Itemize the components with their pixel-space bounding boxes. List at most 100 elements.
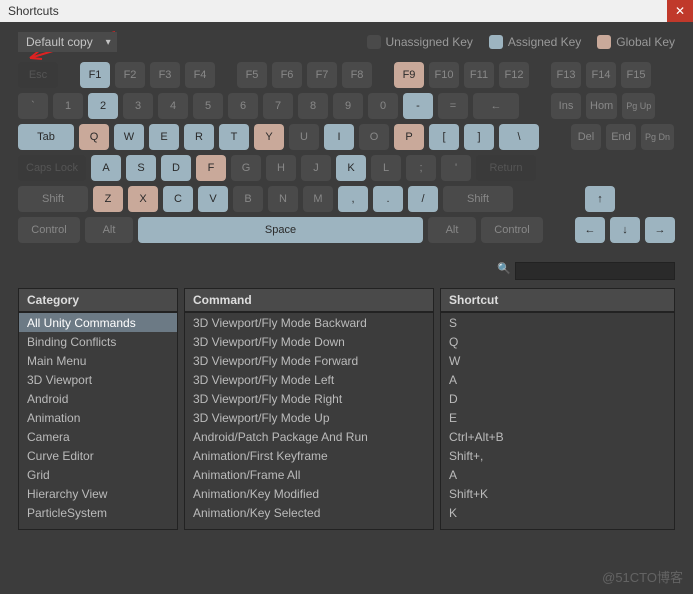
category-item[interactable]: 3D Viewport bbox=[19, 370, 177, 389]
key-b[interactable]: B bbox=[233, 186, 263, 212]
key-f10[interactable]: F10 bbox=[429, 62, 459, 88]
key-backslash[interactable]: \ bbox=[499, 124, 539, 150]
key-rctrl[interactable]: Control bbox=[481, 217, 543, 243]
key-f1[interactable]: F1 bbox=[80, 62, 110, 88]
key-a[interactable]: A bbox=[91, 155, 121, 181]
key-right[interactable]: → bbox=[645, 217, 675, 243]
category-item[interactable]: ParticleSystem bbox=[19, 503, 177, 522]
category-item[interactable]: Animation bbox=[19, 408, 177, 427]
shortcut-item[interactable]: D bbox=[441, 389, 674, 408]
key-7[interactable]: 7 bbox=[263, 93, 293, 119]
key-home[interactable]: Hom bbox=[586, 93, 617, 119]
command-item[interactable]: 3D Viewport/Fly Mode Up bbox=[185, 408, 433, 427]
category-list[interactable]: All Unity CommandsBinding ConflictsMain … bbox=[18, 312, 178, 530]
shortcut-item[interactable]: Ctrl+Alt+B bbox=[441, 427, 674, 446]
key-down[interactable]: ↓ bbox=[610, 217, 640, 243]
command-item[interactable]: Android/Patch Package And Run bbox=[185, 427, 433, 446]
category-item[interactable]: Binding Conflicts bbox=[19, 332, 177, 351]
key-y[interactable]: Y bbox=[254, 124, 284, 150]
key-f9[interactable]: F9 bbox=[394, 62, 424, 88]
key-z[interactable]: Z bbox=[93, 186, 123, 212]
key-h[interactable]: H bbox=[266, 155, 296, 181]
key-8[interactable]: 8 bbox=[298, 93, 328, 119]
key-lshift[interactable]: Shift bbox=[18, 186, 88, 212]
key-ralt[interactable]: Alt bbox=[428, 217, 476, 243]
category-item[interactable]: Android bbox=[19, 389, 177, 408]
command-item[interactable]: Animation/Frame All bbox=[185, 465, 433, 484]
shortcut-item[interactable]: W bbox=[441, 351, 674, 370]
key-x[interactable]: X bbox=[128, 186, 158, 212]
command-item[interactable]: Animation/Key Selected bbox=[185, 503, 433, 522]
key-6[interactable]: 6 bbox=[228, 93, 258, 119]
command-item[interactable]: Animation/First Keyframe bbox=[185, 446, 433, 465]
key-lbracket[interactable]: [ bbox=[429, 124, 459, 150]
shortcut-list[interactable]: SQWADECtrl+Alt+BShift+,AShift+KK bbox=[440, 312, 675, 530]
key-o[interactable]: O bbox=[359, 124, 389, 150]
key-pgdn[interactable]: Pg Dn bbox=[641, 124, 674, 150]
key-backtick[interactable]: ` bbox=[18, 93, 48, 119]
key-f7[interactable]: F7 bbox=[307, 62, 337, 88]
shortcut-item[interactable]: E bbox=[441, 408, 674, 427]
key-w[interactable]: W bbox=[114, 124, 144, 150]
shortcut-item[interactable]: S bbox=[441, 313, 674, 332]
key-f4[interactable]: F4 bbox=[185, 62, 215, 88]
key-semicolon[interactable]: ; bbox=[406, 155, 436, 181]
key-q[interactable]: Q bbox=[79, 124, 109, 150]
key-2[interactable]: 2 bbox=[88, 93, 118, 119]
key-space[interactable]: Space bbox=[138, 217, 423, 243]
shortcut-item[interactable]: A bbox=[441, 370, 674, 389]
key-i[interactable]: I bbox=[324, 124, 354, 150]
key-backspace[interactable]: ← bbox=[473, 93, 519, 119]
key-r[interactable]: R bbox=[184, 124, 214, 150]
key-lalt[interactable]: Alt bbox=[85, 217, 133, 243]
key-rbracket[interactable]: ] bbox=[464, 124, 494, 150]
key-p[interactable]: P bbox=[394, 124, 424, 150]
command-item[interactable]: 3D Viewport/Fly Mode Down bbox=[185, 332, 433, 351]
key-v[interactable]: V bbox=[198, 186, 228, 212]
shortcut-item[interactable]: K bbox=[441, 503, 674, 522]
key-return[interactable]: Return bbox=[476, 155, 536, 181]
search-input[interactable] bbox=[515, 262, 675, 280]
key-f13[interactable]: F13 bbox=[551, 62, 581, 88]
key-period[interactable]: . bbox=[373, 186, 403, 212]
key-tab[interactable]: Tab bbox=[18, 124, 74, 150]
key-equals[interactable]: = bbox=[438, 93, 468, 119]
key-0[interactable]: 0 bbox=[368, 93, 398, 119]
key-f15[interactable]: F15 bbox=[621, 62, 651, 88]
key-f11[interactable]: F11 bbox=[464, 62, 494, 88]
category-item[interactable]: Hierarchy View bbox=[19, 484, 177, 503]
key-t[interactable]: T bbox=[219, 124, 249, 150]
shortcut-item[interactable]: Shift+K bbox=[441, 484, 674, 503]
key-left[interactable]: ← bbox=[575, 217, 605, 243]
key-up[interactable]: ↑ bbox=[585, 186, 615, 212]
key-minus[interactable]: - bbox=[403, 93, 433, 119]
key-ins[interactable]: Ins bbox=[551, 93, 581, 119]
key-f8[interactable]: F8 bbox=[342, 62, 372, 88]
key-del[interactable]: Del bbox=[571, 124, 601, 150]
key-n[interactable]: N bbox=[268, 186, 298, 212]
key-m[interactable]: M bbox=[303, 186, 333, 212]
category-item[interactable]: Grid bbox=[19, 465, 177, 484]
key-3[interactable]: 3 bbox=[123, 93, 153, 119]
key-f14[interactable]: F14 bbox=[586, 62, 616, 88]
key-e[interactable]: E bbox=[149, 124, 179, 150]
category-item[interactable]: All Unity Commands bbox=[19, 313, 177, 332]
key-k[interactable]: K bbox=[336, 155, 366, 181]
shortcut-item[interactable]: Q bbox=[441, 332, 674, 351]
key-u[interactable]: U bbox=[289, 124, 319, 150]
key-esc[interactable]: Esc bbox=[18, 62, 58, 88]
key-f12[interactable]: F12 bbox=[499, 62, 529, 88]
category-item[interactable]: Main Menu bbox=[19, 351, 177, 370]
key-s[interactable]: S bbox=[126, 155, 156, 181]
key-l[interactable]: L bbox=[371, 155, 401, 181]
command-item[interactable]: 3D Viewport/Fly Mode Left bbox=[185, 370, 433, 389]
key-lctrl[interactable]: Control bbox=[18, 217, 80, 243]
profile-dropdown[interactable]: Default copy bbox=[18, 32, 117, 52]
key-1[interactable]: 1 bbox=[53, 93, 83, 119]
key-slash[interactable]: / bbox=[408, 186, 438, 212]
command-item[interactable]: 3D Viewport/Fly Mode Backward bbox=[185, 313, 433, 332]
key-c[interactable]: C bbox=[163, 186, 193, 212]
shortcut-item[interactable]: A bbox=[441, 465, 674, 484]
command-list[interactable]: 3D Viewport/Fly Mode Backward3D Viewport… bbox=[184, 312, 434, 530]
command-item[interactable]: Animation/Key Modified bbox=[185, 484, 433, 503]
